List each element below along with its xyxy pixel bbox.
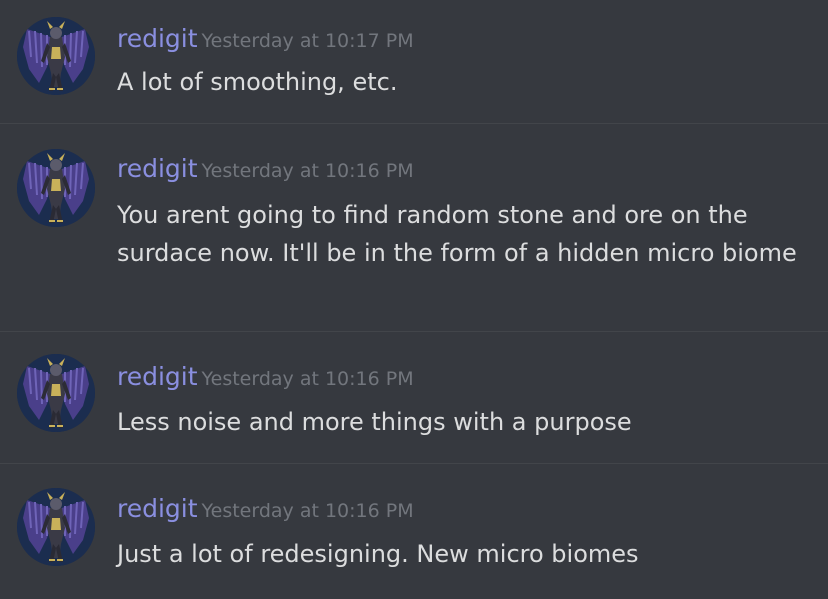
message-text: Just a lot of redesigning. New micro bio… [117, 540, 639, 568]
message-timestamp: Yesterday at 10:16 PM [201, 160, 414, 182]
message-text: You arent going to find random stone and… [117, 201, 797, 267]
message-group: redigit Yesterday at 10:17 PM A lot of sm… [0, 0, 828, 124]
message-timestamp: Yesterday at 10:16 PM [201, 368, 414, 390]
message-group: redigit Yesterday at 10:16 PM Just a lot … [0, 464, 828, 599]
message-text: A lot of smoothing, etc. [117, 68, 398, 96]
message-header: redigit Yesterday at 10:16 PM [117, 156, 414, 181]
message-group: redigit Yesterday at 10:16 PM Less noise … [0, 332, 828, 464]
message-timestamp: Yesterday at 10:16 PM [201, 500, 414, 522]
message-group: redigit Yesterday at 10:16 PM You arent g… [0, 124, 828, 332]
user-avatar-icon[interactable] [17, 149, 95, 227]
message-header: redigit Yesterday at 10:16 PM [117, 364, 414, 389]
message-author[interactable]: redigit [117, 154, 198, 183]
chat-message-list: redigit Yesterday at 10:17 PM A lot of sm… [0, 0, 828, 599]
message-author[interactable]: redigit [117, 494, 198, 523]
user-avatar-icon[interactable] [17, 354, 95, 432]
user-avatar-icon[interactable] [17, 17, 95, 95]
winged-armored-knight-avatar-icon [17, 488, 95, 566]
message-author[interactable]: redigit [117, 362, 198, 391]
message-header: redigit Yesterday at 10:17 PM [117, 26, 414, 51]
user-avatar-icon[interactable] [17, 488, 95, 566]
message-timestamp: Yesterday at 10:17 PM [201, 30, 414, 52]
message-author[interactable]: redigit [117, 24, 198, 53]
winged-armored-knight-avatar-icon [17, 17, 95, 95]
message-header: redigit Yesterday at 10:16 PM [117, 496, 414, 521]
winged-armored-knight-avatar-icon [17, 149, 95, 227]
winged-armored-knight-avatar-icon [17, 354, 95, 432]
message-text: Less noise and more things with a purpos… [117, 408, 632, 436]
